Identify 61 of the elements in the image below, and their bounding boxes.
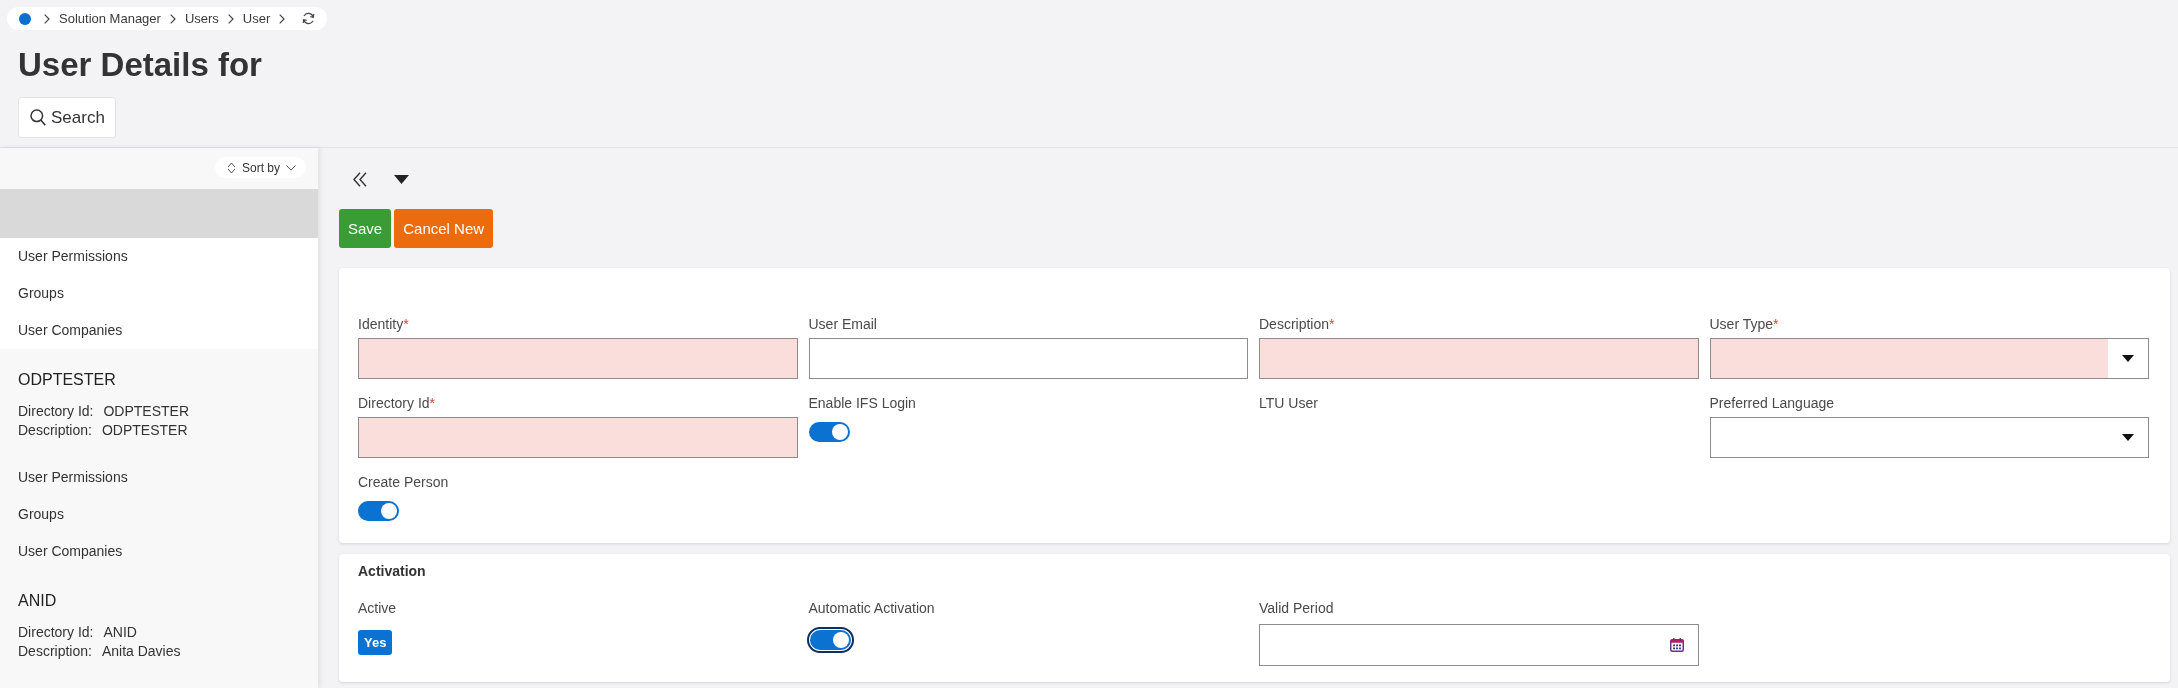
detail-value: ODPTESTER (101, 421, 188, 440)
toggle-switch[interactable] (358, 501, 399, 521)
chevron-right-icon (227, 13, 234, 24)
toggle-switch[interactable] (808, 422, 850, 442)
field-label: LTU User (1259, 395, 1318, 412)
section-title: Activation (358, 563, 427, 580)
toggle-switch[interactable] (806, 627, 854, 653)
caret-down-icon (2122, 434, 2134, 441)
field-label: Enable IFS Login (808, 395, 916, 412)
sidebar-link[interactable]: Groups (0, 496, 318, 533)
field-label: Preferred Language (1709, 395, 1835, 412)
breadcrumb-link[interactable]: User (242, 11, 271, 26)
calendar-icon[interactable] (1669, 638, 1684, 652)
input-field[interactable] (358, 417, 798, 458)
detail-label: Description: (18, 421, 92, 440)
breadcrumb-link[interactable]: Users (184, 11, 219, 26)
input-field[interactable] (808, 338, 1248, 379)
value-badge: Yes (358, 630, 393, 655)
input-field[interactable] (1259, 338, 1699, 379)
field-label: User Email (808, 316, 877, 333)
detail-value: ODPTESTER (103, 402, 190, 421)
refresh-icon[interactable] (302, 12, 316, 25)
field-label: Active (358, 600, 397, 617)
detail-label: Description: (18, 642, 92, 661)
detail-value: Anita Davies (101, 642, 181, 661)
sidebar-link[interactable]: User Permissions (0, 459, 318, 496)
detail-label: Directory Id: (18, 623, 94, 642)
field-label: Create Person (358, 474, 449, 491)
page-title: User Details for (18, 46, 262, 84)
chevron-right-icon (44, 13, 50, 24)
select-field[interactable] (1709, 338, 2149, 379)
field-label: Directory Id* (358, 395, 436, 412)
sidebar-link[interactable]: Groups (0, 275, 318, 312)
sidebar-link[interactable]: User Permissions (0, 238, 318, 275)
dot-icon[interactable] (19, 12, 31, 25)
search-icon (30, 109, 46, 126)
date-field[interactable] (1259, 624, 1699, 666)
save-button[interactable]: Save (339, 209, 392, 248)
field-label: Valid Period (1259, 600, 1334, 617)
field-label: Identity* (358, 316, 409, 333)
field-label: Automatic Activation (808, 600, 935, 617)
double-chevron-left-icon[interactable] (353, 172, 367, 187)
chevron-right-icon (279, 13, 286, 24)
sort-button[interactable]: Sort by (215, 157, 306, 178)
detail-value: ANID (103, 623, 137, 642)
caret-down-icon[interactable] (394, 175, 409, 184)
search-button[interactable]: Search (18, 97, 116, 138)
sidebar-link[interactable]: User Companies (0, 533, 318, 570)
sort-icon (227, 161, 236, 174)
field-label: Description* (1259, 316, 1335, 333)
detail-label: Directory Id: (18, 402, 94, 421)
caret-down-icon (2122, 355, 2134, 362)
field-label: User Type* (1709, 316, 1779, 333)
record-title[interactable]: ODPTESTER (18, 369, 300, 391)
record-title[interactable]: ANID (18, 590, 300, 612)
chevron-down-icon (286, 164, 296, 171)
chevron-right-icon (169, 13, 176, 24)
input-field[interactable] (358, 338, 798, 379)
select-field[interactable] (1709, 417, 2149, 458)
sidebar-link[interactable]: User Companies (0, 312, 318, 349)
breadcrumb-link[interactable]: Solution Manager (59, 11, 161, 26)
